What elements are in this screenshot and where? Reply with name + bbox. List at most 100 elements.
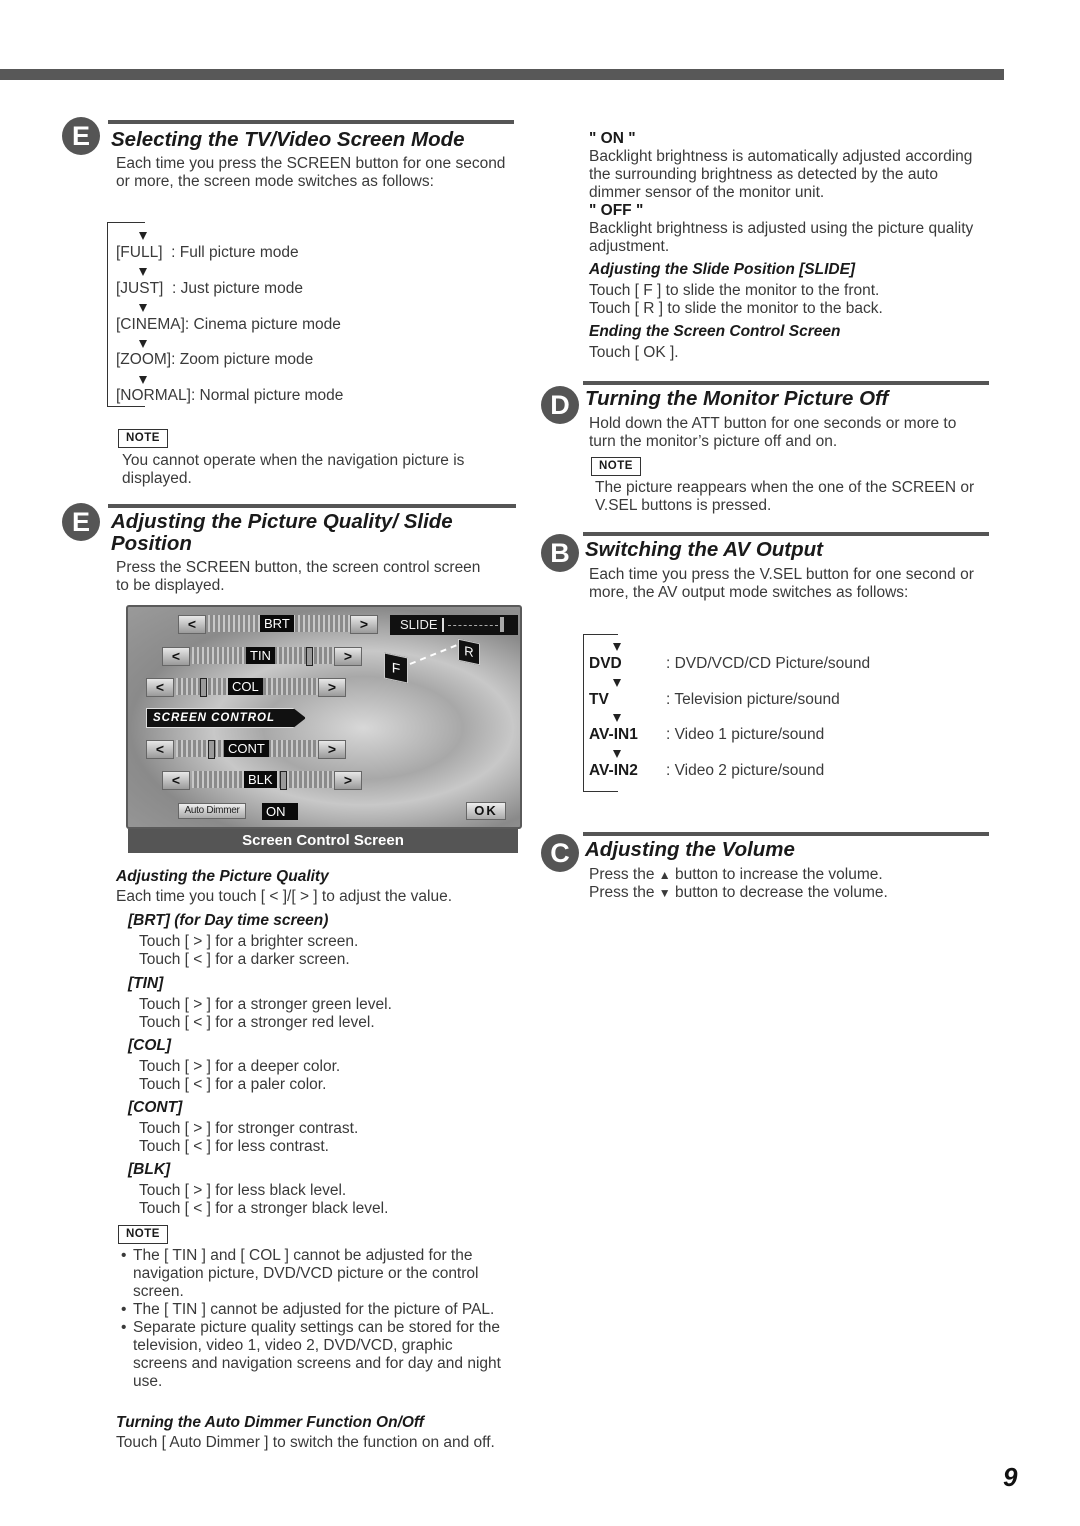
col-increase-button[interactable]: > [318, 678, 346, 697]
blk-label: BLK [244, 771, 277, 788]
cont-slider-knob[interactable] [208, 740, 215, 759]
blk-increase-button[interactable]: > [334, 771, 362, 790]
cont-increase-button[interactable]: > [318, 740, 346, 759]
section-rule [583, 381, 989, 385]
col-decrease-button[interactable]: < [146, 678, 174, 697]
subsection-title: Turning the Auto Dimmer Function On/Off [116, 1414, 424, 1431]
slide-rear-button[interactable]: R [458, 638, 480, 666]
off-text: Backlight brightness is adjusted using t… [589, 220, 974, 255]
flow-item-av-in1: AV-IN1: Video 1 picture/sound [589, 726, 825, 743]
note-badge: NOTE [118, 1224, 168, 1244]
section-title: Adjusting the Volume [585, 838, 795, 861]
arrow-down-icon [139, 232, 147, 240]
slide-front-button[interactable]: F [384, 652, 408, 684]
end-text: Touch [ OK ]. [589, 344, 679, 361]
tin-increase-button[interactable]: > [334, 647, 362, 666]
section-rule [583, 532, 989, 536]
param-col: [COL] Touch [ > ] for a deeper color. To… [128, 1037, 341, 1093]
off-label: " OFF " [589, 202, 644, 219]
slide-line: Touch [ R ] to slide the monitor to the … [589, 300, 883, 317]
note-badge: NOTE [591, 456, 641, 476]
flow-item-full: [FULL] : Full picture mode [116, 244, 299, 261]
screen-control-banner: SCREEN CONTROL [146, 708, 306, 728]
section-title: Adjusting the Picture Quality/ Slide Posi… [111, 510, 453, 555]
slide-line: Touch [ F ] to slide the monitor to the … [589, 282, 880, 299]
subsection-text: Touch [ Auto Dimmer ] to switch the func… [116, 1434, 495, 1451]
subsection-title: Adjusting the Slide Position [SLIDE] [589, 261, 856, 278]
section-rule [108, 504, 516, 508]
arrow-down-icon [139, 376, 147, 384]
ok-button[interactable]: OK [466, 802, 506, 820]
slide-indicator: SLIDE [390, 615, 518, 635]
cont-decrease-button[interactable]: < [146, 740, 174, 759]
arrow-down-icon [613, 679, 621, 687]
note-badge: NOTE [118, 428, 168, 448]
arrow-down-icon [139, 340, 147, 348]
note-item: Separate picture quality settings can be… [116, 1319, 511, 1391]
col-slider-knob[interactable] [200, 678, 207, 697]
page-number: 9 [1003, 1462, 1018, 1492]
figure-caption: Screen Control Screen [128, 829, 518, 853]
on-text: Backlight brightness is automatically ad… [589, 148, 973, 201]
section-title: Switching the AV Output [585, 538, 824, 561]
section-text: Hold down the ATT button for one seconds… [589, 415, 957, 450]
section-rule [108, 120, 514, 124]
section-intro: Each time you press the V.SEL button for… [589, 566, 974, 601]
param-blk: [BLK] Touch [ > ] for less black level. … [128, 1161, 389, 1217]
arrow-down-icon [139, 304, 147, 312]
slide-direction-arrow-icon [409, 644, 457, 665]
note-text: The picture reappears when the one of th… [595, 479, 975, 514]
brt-increase-button[interactable]: > [350, 615, 378, 634]
flow-item-av-in2: AV-IN2: Video 2 picture/sound [589, 762, 825, 780]
flow-item-zoom: [ZOOM]: Zoom picture mode [116, 351, 314, 368]
arrow-down-icon [139, 268, 147, 276]
auto-dimmer-explanation: " ON " Backlight brightness is automatic… [589, 130, 984, 362]
page-header-bar [0, 69, 1004, 80]
flow-item-tv: TV: Television picture/sound [589, 691, 840, 708]
subsection-intro: Each time you touch [ < ]/[ > ] to adjus… [116, 888, 453, 905]
note-list: The [ TIN ] and [ COL ] cannot be adjust… [116, 1247, 511, 1391]
section-intro: Each time you press the SCREEN button fo… [116, 155, 506, 190]
tin-decrease-button[interactable]: < [162, 647, 190, 666]
blk-slider-knob[interactable] [280, 771, 287, 790]
subsection-title: Ending the Screen Control Screen [589, 323, 841, 340]
auto-dimmer-button[interactable]: Auto Dimmer [178, 803, 246, 819]
section-title: Selecting the TV/Video Screen Mode [111, 128, 465, 151]
flow-item-normal: [NORMAL]: Normal picture mode [116, 387, 344, 405]
note-item: The [ TIN ] cannot be adjusted for the p… [116, 1301, 511, 1319]
param-tin: [TIN] Touch [ > ] for a stronger green l… [128, 975, 392, 1031]
volume-down-line: Press the ▼ button to decrease the volum… [589, 884, 888, 901]
triangle-up-icon: ▲ [658, 868, 671, 882]
section-badge: E [62, 503, 100, 541]
section-badge: B [541, 534, 579, 572]
arrow-down-icon [613, 714, 621, 722]
screen-control-illustration: < BRT > < TIN > < COL > SCREEN CONTROL <… [126, 605, 522, 829]
brt-label: BRT [260, 615, 294, 632]
arrow-down-icon [613, 750, 621, 758]
flow-item-just: [JUST] : Just picture mode [116, 280, 303, 297]
section-rule [583, 832, 989, 836]
on-label: " ON " [589, 130, 636, 147]
flow-item-cinema: [CINEMA]: Cinema picture mode [116, 316, 341, 333]
section-title: Turning the Monitor Picture Off [585, 387, 889, 410]
tin-slider-knob[interactable] [306, 647, 313, 666]
section-intro: Press the SCREEN button, the screen cont… [116, 559, 481, 594]
col-label: COL [228, 678, 263, 695]
brt-decrease-button[interactable]: < [178, 615, 206, 634]
subsection-title: Adjusting the Picture Quality [116, 868, 329, 885]
arrow-down-icon [613, 643, 621, 651]
tin-label: TIN [246, 647, 275, 664]
auto-dimmer-value: ON [262, 803, 298, 820]
section-badge: E [62, 117, 100, 155]
note-item: The [ TIN ] and [ COL ] cannot be adjust… [116, 1247, 511, 1301]
blk-decrease-button[interactable]: < [162, 771, 190, 790]
param-cont: [CONT] Touch [ > ] for stronger contrast… [128, 1099, 359, 1155]
volume-up-line: Press the ▲ button to increase the volum… [589, 866, 883, 883]
note-text: You cannot operate when the navigation p… [122, 452, 465, 487]
flow-item-dvd: DVD: DVD/VCD/CD Picture/sound [589, 655, 875, 673]
param-brt: [BRT] (for Day time screen) Touch [ > ] … [128, 912, 359, 968]
section-badge: C [541, 834, 579, 872]
cont-label: CONT [224, 740, 269, 757]
volume-instructions: Press the ▲ button to increase the volum… [589, 866, 984, 902]
param-list: [BRT] (for Day time screen) Touch [ > ] … [128, 911, 508, 1222]
